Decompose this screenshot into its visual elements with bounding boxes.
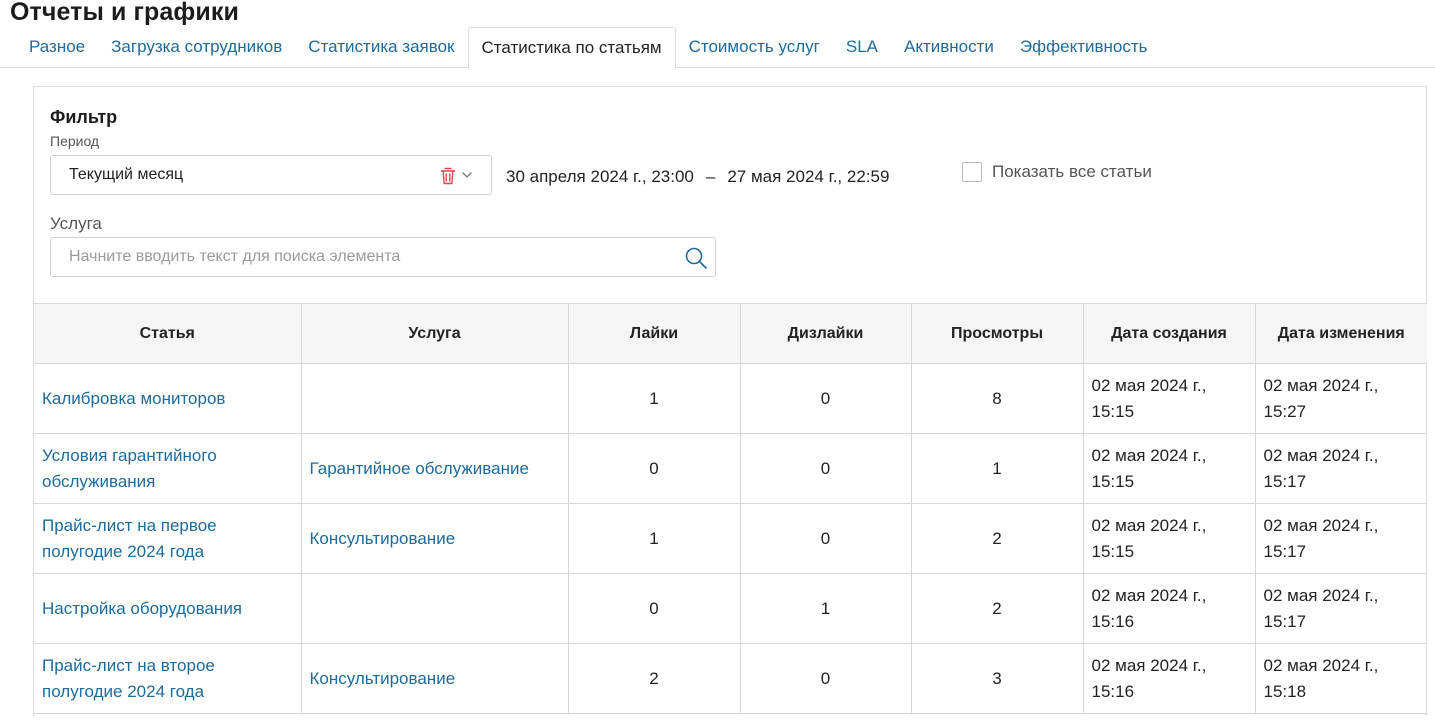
- service-cell: Консультирование: [301, 503, 569, 574]
- column-header-likes[interactable]: Лайки: [568, 303, 741, 364]
- search-icon[interactable]: [684, 246, 708, 270]
- service-search[interactable]: [50, 237, 716, 277]
- service-cell: [301, 363, 569, 434]
- date-separator: –: [705, 167, 716, 186]
- service-cell: Гарантийное обслуживание: [301, 433, 569, 504]
- column-header-created[interactable]: Дата создания: [1083, 303, 1256, 364]
- table-header-row: Статья Услуга Лайки Дизлайки Просмотры Д…: [34, 303, 1427, 364]
- likes-cell: 1: [568, 363, 741, 434]
- tab-misc[interactable]: Разное: [16, 27, 98, 68]
- views-cell: 8: [911, 363, 1084, 434]
- article-link[interactable]: Настройка оборудования: [42, 599, 242, 618]
- modified-cell: 02 мая 2024 г., 15:18: [1255, 643, 1427, 714]
- filter-title: Фильтр: [50, 107, 118, 127]
- service-cell: [301, 573, 569, 644]
- created-cell: 02 мая 2024 г., 15:15: [1083, 503, 1256, 574]
- article-cell: Прайс-лист на второе полугодие 2024 года: [34, 643, 302, 714]
- views-cell: 1: [911, 433, 1084, 504]
- views-cell: 3: [911, 643, 1084, 714]
- dislikes-cell: 0: [740, 503, 912, 574]
- likes-cell: 2: [568, 643, 741, 714]
- period-label: Период: [50, 133, 100, 149]
- page-title: Отчеты и графики: [10, 0, 239, 26]
- show-all-checkbox[interactable]: [962, 162, 982, 182]
- dislikes-cell: 1: [740, 573, 912, 644]
- views-cell: 2: [911, 503, 1084, 574]
- modified-cell: 02 мая 2024 г., 15:17: [1255, 573, 1427, 644]
- dislikes-cell: 0: [740, 363, 912, 434]
- article-cell: Настройка оборудования: [34, 573, 302, 644]
- column-header-service[interactable]: Услуга: [301, 303, 569, 364]
- article-cell: Калибровка мониторов: [34, 363, 302, 434]
- service-search-input[interactable]: [51, 238, 671, 276]
- date-range: 30 апреля 2024 г., 23:00–27 мая 2024 г.,…: [506, 167, 889, 187]
- service-cell: Консультирование: [301, 643, 569, 714]
- created-cell: 02 мая 2024 г., 15:16: [1083, 643, 1256, 714]
- period-select[interactable]: Текущий месяц: [50, 155, 492, 195]
- article-link[interactable]: Условия гарантийного обслуживания: [42, 446, 217, 491]
- tab-sla[interactable]: SLA: [833, 27, 891, 68]
- report-tabs: Разное Загрузка сотрудников Статистика з…: [0, 27, 1435, 69]
- article-cell: Условия гарантийного обслуживания: [34, 433, 302, 504]
- modified-cell: 02 мая 2024 г., 15:17: [1255, 433, 1427, 504]
- table-row: Калибровка мониторов 1 0 8 02 мая 2024 г…: [34, 363, 1427, 434]
- tab-staff-load[interactable]: Загрузка сотрудников: [98, 27, 295, 68]
- tab-request-stats[interactable]: Статистика заявок: [295, 27, 467, 68]
- article-link[interactable]: Прайс-лист на второе полугодие 2024 года: [42, 656, 215, 701]
- dislikes-cell: 0: [740, 433, 912, 504]
- table-row: Условия гарантийного обслуживания Гарант…: [34, 433, 1427, 504]
- show-all-label: Показать все статьи: [992, 162, 1152, 181]
- trash-icon[interactable]: [440, 167, 456, 185]
- article-cell: Прайс-лист на первое полугодие 2024 года: [34, 503, 302, 574]
- modified-cell: 02 мая 2024 г., 15:27: [1255, 363, 1427, 434]
- date-from: 30 апреля 2024 г., 23:00: [506, 167, 694, 186]
- service-label: Услуга: [50, 214, 102, 233]
- tab-service-cost[interactable]: Стоимость услуг: [676, 27, 833, 68]
- article-link[interactable]: Прайс-лист на первое полугодие 2024 года: [42, 516, 217, 561]
- likes-cell: 0: [568, 433, 741, 504]
- created-cell: 02 мая 2024 г., 15:16: [1083, 573, 1256, 644]
- created-cell: 02 мая 2024 г., 15:15: [1083, 363, 1256, 434]
- article-link[interactable]: Калибровка мониторов: [42, 389, 225, 408]
- service-link[interactable]: Консультирование: [310, 529, 456, 548]
- likes-cell: 1: [568, 503, 741, 574]
- date-to: 27 мая 2024 г., 22:59: [727, 167, 890, 186]
- table-row: Прайс-лист на второе полугодие 2024 года…: [34, 643, 1427, 714]
- column-header-modified[interactable]: Дата изменения: [1255, 303, 1427, 364]
- show-all-toggle[interactable]: Показать все статьи: [962, 161, 1152, 183]
- tab-efficiency[interactable]: Эффективность: [1007, 27, 1161, 68]
- table-row: Настройка оборудования 0 1 2 02 мая 2024…: [34, 573, 1427, 644]
- column-header-article[interactable]: Статья: [34, 303, 302, 364]
- table-row: Прайс-лист на первое полугодие 2024 года…: [34, 503, 1427, 574]
- period-value: Текущий месяц: [69, 166, 184, 183]
- report-panel: Фильтр Период Текущий месяц 30 апреля 20…: [33, 86, 1427, 716]
- articles-table: Статья Услуга Лайки Дизлайки Просмотры Д…: [34, 303, 1427, 714]
- column-header-dislikes[interactable]: Дизлайки: [740, 303, 912, 364]
- column-header-views[interactable]: Просмотры: [911, 303, 1084, 364]
- service-link[interactable]: Гарантийное обслуживание: [310, 459, 529, 478]
- modified-cell: 02 мая 2024 г., 15:17: [1255, 503, 1427, 574]
- tab-article-stats[interactable]: Статистика по статьям: [467, 27, 676, 69]
- service-link[interactable]: Консультирование: [310, 669, 456, 688]
- created-cell: 02 мая 2024 г., 15:15: [1083, 433, 1256, 504]
- views-cell: 2: [911, 573, 1084, 644]
- likes-cell: 0: [568, 573, 741, 644]
- chevron-down-icon[interactable]: [461, 169, 473, 181]
- dislikes-cell: 0: [740, 643, 912, 714]
- tab-activities[interactable]: Активности: [891, 27, 1007, 68]
